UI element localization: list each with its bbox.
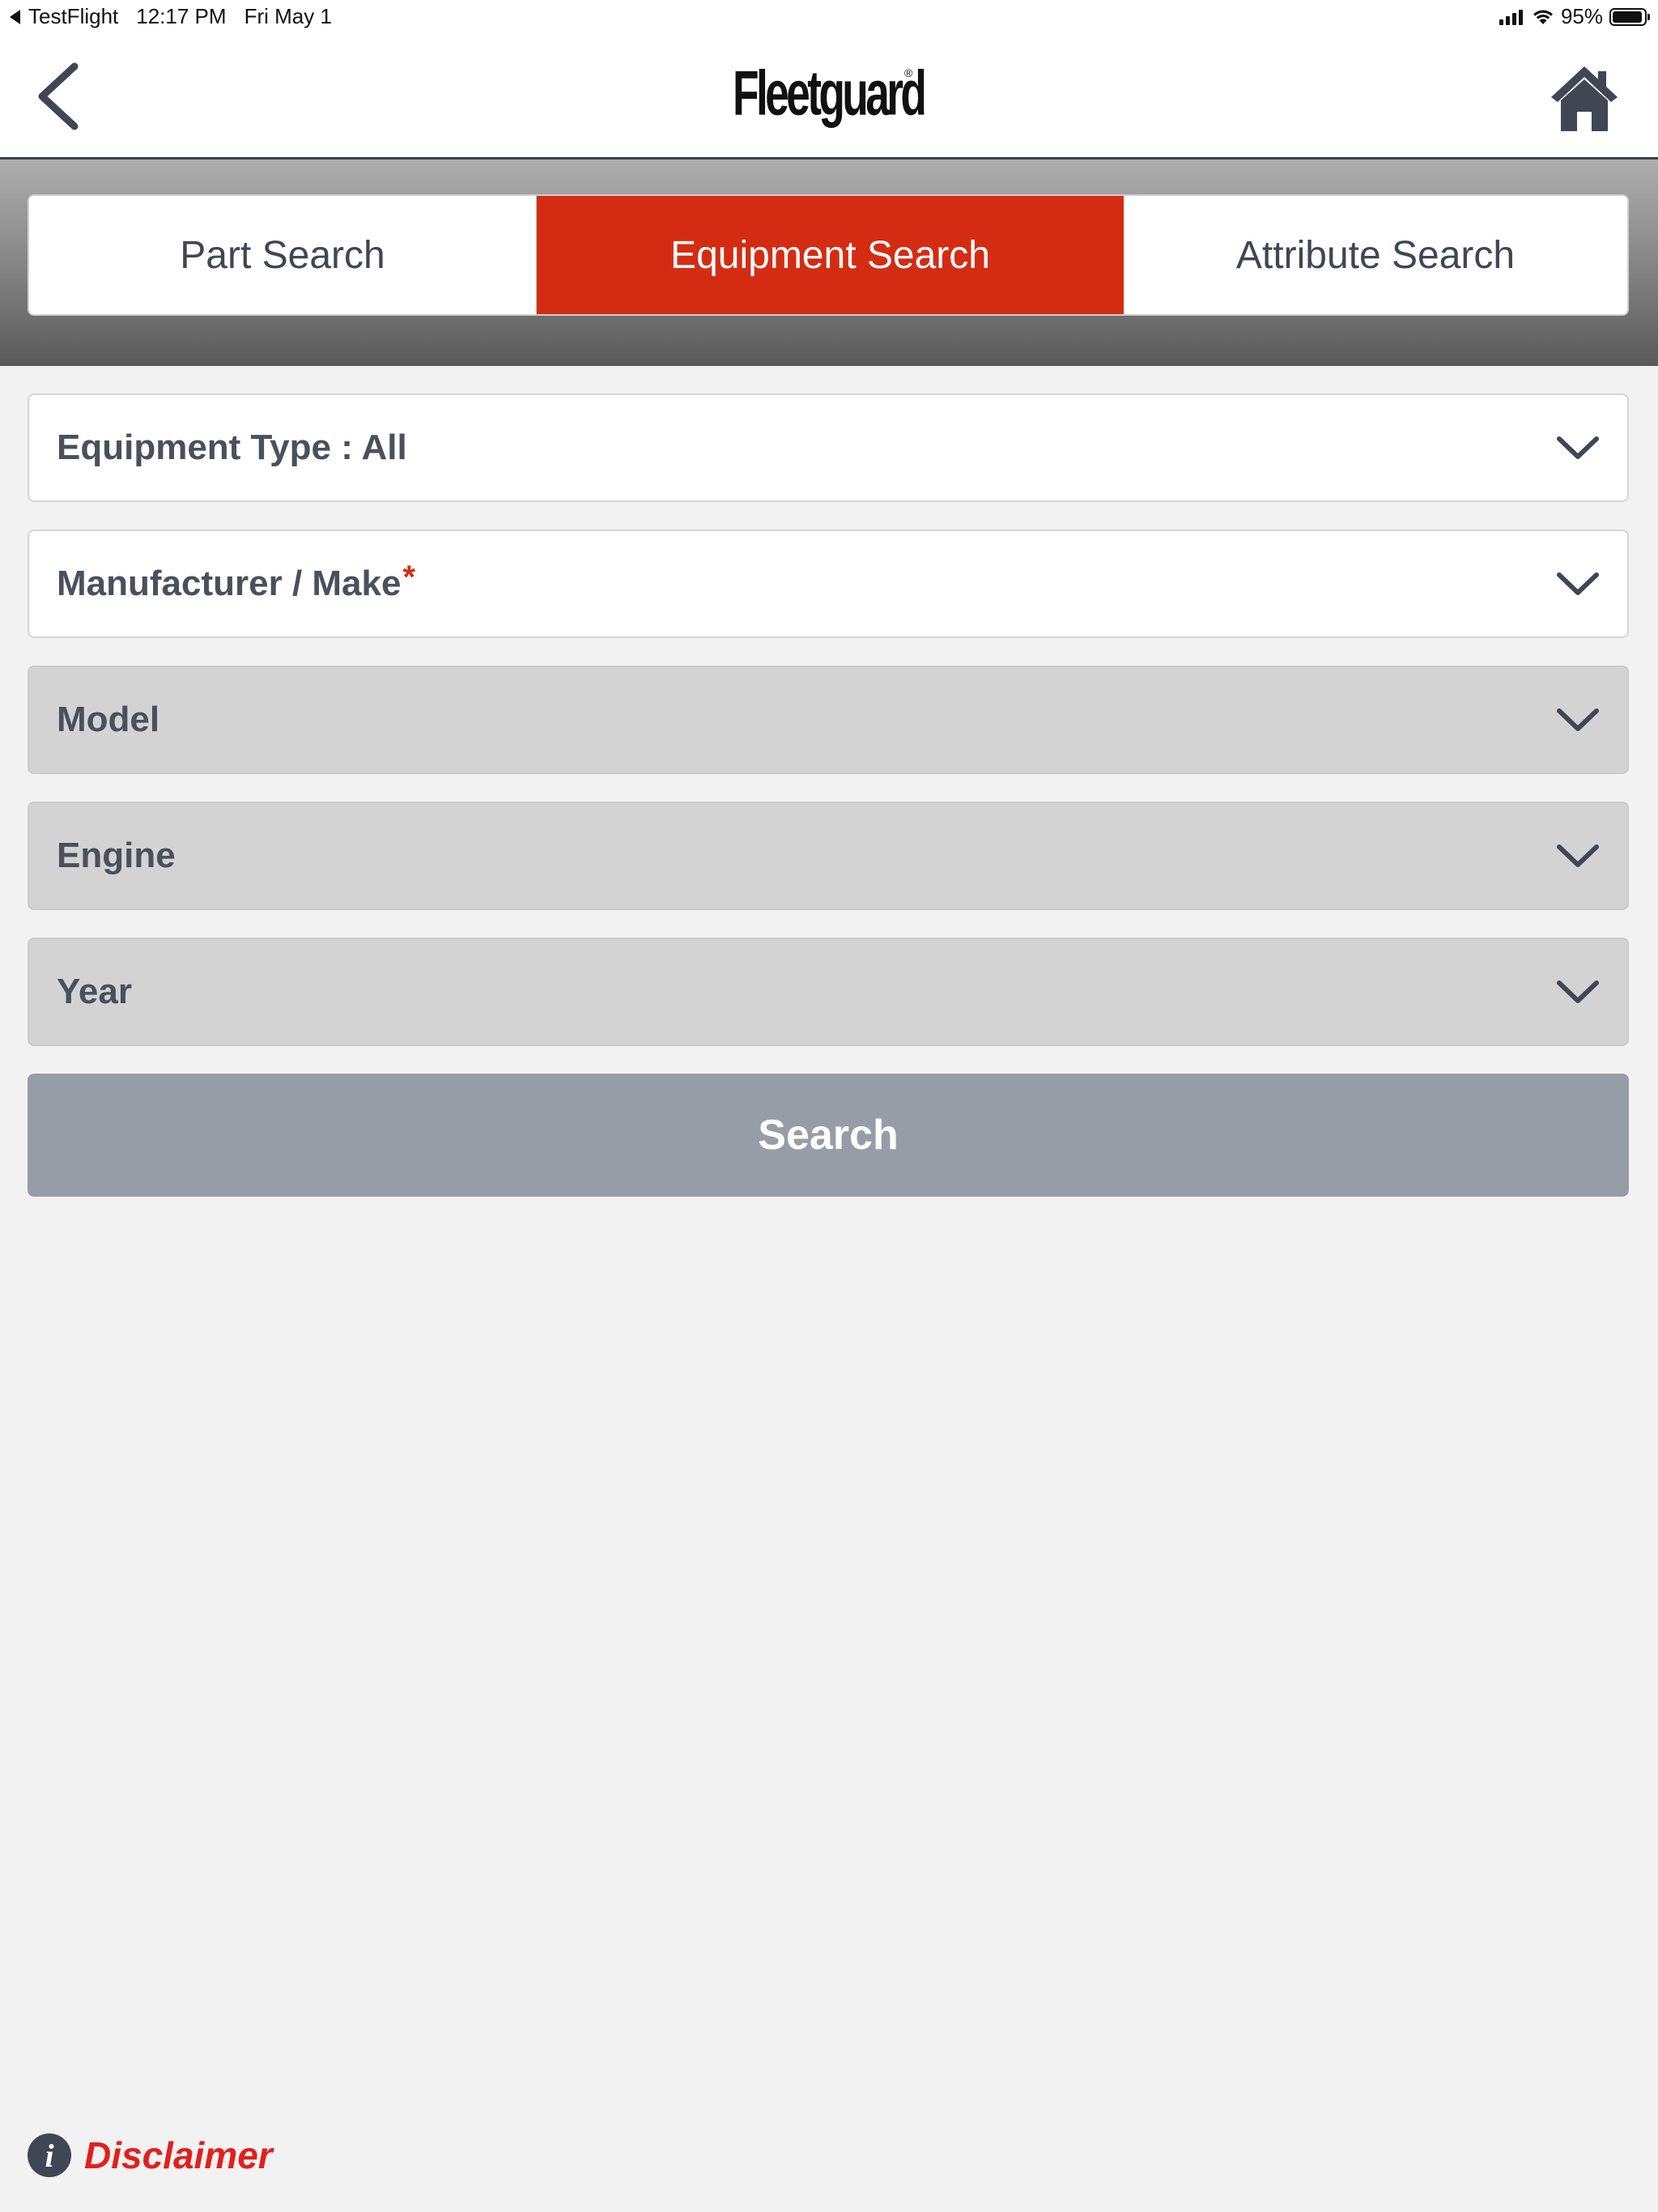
- equipment-type-label: Equipment Type : All: [57, 428, 407, 467]
- required-asterisk: *: [402, 559, 416, 595]
- model-label: Model: [57, 700, 160, 739]
- logo-registered-mark: ®: [904, 66, 913, 79]
- year-label: Year: [57, 972, 132, 1011]
- chevron-down-icon: [1557, 436, 1599, 459]
- chevron-down-icon: [1557, 572, 1599, 595]
- engine-label: Engine: [57, 836, 176, 875]
- manufacturer-make-select[interactable]: Manufacturer / Make *: [28, 530, 1629, 638]
- wifi-icon: [1533, 10, 1553, 24]
- back-to-app-icon: [10, 9, 20, 24]
- battery-icon: [1609, 7, 1650, 26]
- chevron-left-icon[interactable]: [32, 60, 89, 133]
- tab-equipment-search[interactable]: Equipment Search: [537, 196, 1124, 314]
- cellular-signal-icon: [1499, 9, 1525, 25]
- status-bar: TestFlight 12:17 PM Fri May 1 95%: [0, 0, 1658, 32]
- manufacturer-make-label: Manufacturer / Make: [57, 564, 402, 603]
- equipment-type-select[interactable]: Equipment Type : All: [28, 393, 1629, 502]
- year-select[interactable]: Year: [28, 938, 1629, 1046]
- nav-header: Fleetguard ®: [0, 32, 1658, 160]
- disclaimer-link[interactable]: i Disclaimer: [28, 2133, 273, 2177]
- logo-text: Fleetguard: [733, 57, 927, 129]
- search-tabs: Part Search Equipment Search Attribute S…: [28, 194, 1629, 316]
- battery-percent: 95%: [1560, 4, 1603, 28]
- chevron-down-icon: [1557, 844, 1599, 867]
- chevron-down-icon: [1557, 708, 1599, 731]
- info-icon: i: [28, 2133, 71, 2177]
- back-to-app-label: TestFlight: [28, 4, 119, 28]
- search-tab-band: Part Search Equipment Search Attribute S…: [0, 160, 1658, 366]
- status-bar-right: 95%: [1499, 4, 1650, 29]
- status-time: 12:17 PM: [136, 4, 227, 28]
- status-bar-left[interactable]: TestFlight 12:17 PM Fri May 1: [10, 4, 332, 29]
- fleetguard-logo: Fleetguard ®: [733, 57, 927, 138]
- tab-part-search[interactable]: Part Search: [29, 196, 537, 314]
- engine-select[interactable]: Engine: [28, 802, 1629, 910]
- disclaimer-label: Disclaimer: [84, 2134, 273, 2176]
- model-select[interactable]: Model: [28, 666, 1629, 774]
- search-button[interactable]: Search: [28, 1074, 1629, 1197]
- status-date: Fri May 1: [244, 4, 332, 28]
- tab-attribute-search[interactable]: Attribute Search: [1124, 196, 1627, 314]
- home-icon[interactable]: [1548, 62, 1621, 134]
- chevron-down-icon: [1557, 981, 1599, 1003]
